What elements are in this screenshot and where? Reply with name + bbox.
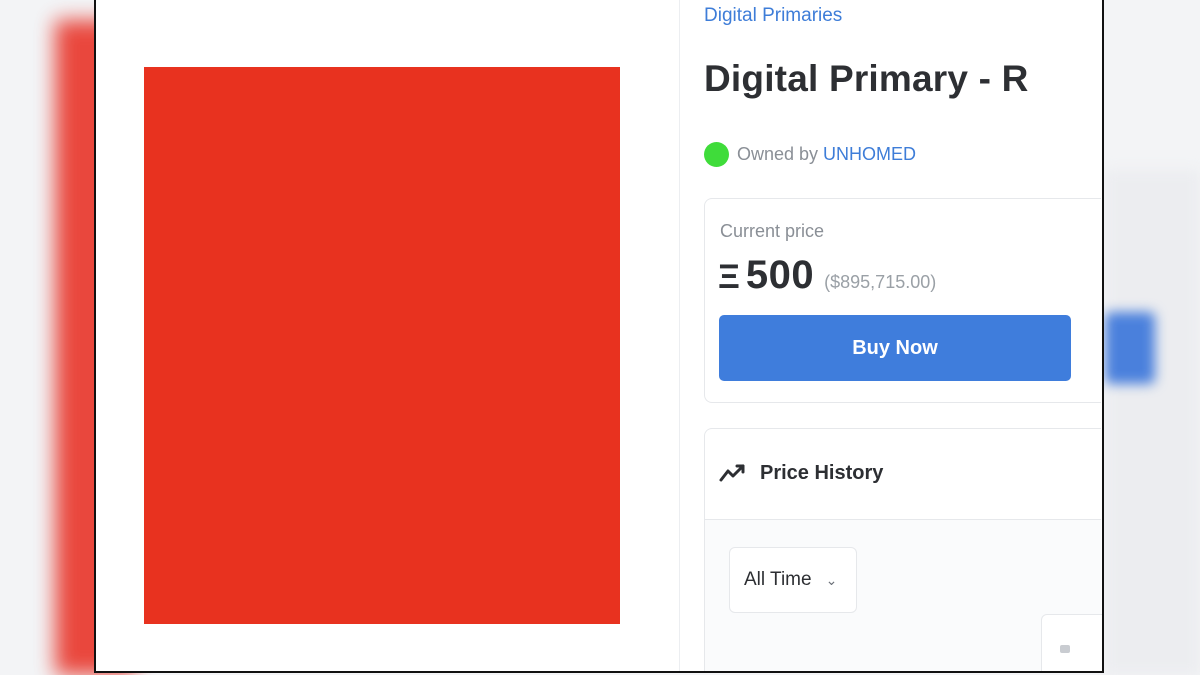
- current-price-label: Current price: [720, 221, 825, 241]
- price-amount: 500: [745, 253, 815, 297]
- time-range-select[interactable]: All Time ⌄: [729, 547, 857, 613]
- price-history-title: Price History: [760, 462, 884, 484]
- owned-by-label: Owned by: [737, 144, 819, 164]
- trending-chart-icon: [719, 464, 745, 482]
- owner-link[interactable]: UNHOMED: [823, 144, 916, 165]
- artwork-panel: [96, 0, 680, 671]
- price-history-card: Price History All Time ⌄: [704, 428, 1102, 671]
- price-history-body: All Time ⌄: [705, 520, 1102, 671]
- ethereum-icon: Ξ: [718, 258, 740, 296]
- listing-page: Digital Primaries Digital Primary - R Ow…: [94, 0, 1104, 673]
- chevron-down-icon: ⌄: [825, 571, 838, 588]
- nft-artwork-image[interactable]: [144, 67, 620, 624]
- price-history-header[interactable]: Price History: [705, 429, 1101, 520]
- price-card: Current price Ξ 500 ($895,715.00) Buy No…: [704, 198, 1101, 403]
- price-row: Ξ 500 ($895,715.00): [718, 253, 936, 298]
- price-usd: ($895,715.00): [824, 272, 937, 292]
- time-range-value: All Time: [744, 569, 812, 590]
- background-button-blur: [1105, 312, 1155, 384]
- chart-area: [1041, 614, 1102, 671]
- buy-now-button[interactable]: Buy Now: [719, 315, 1071, 381]
- collection-link[interactable]: Digital Primaries: [704, 5, 842, 27]
- item-title: Digital Primary - R: [704, 58, 1029, 99]
- chart-marker: [1060, 645, 1070, 653]
- owner-avatar[interactable]: [704, 142, 729, 167]
- owner-info: Owned by UNHOMED: [704, 142, 916, 167]
- item-details-panel: Digital Primaries Digital Primary - R Ow…: [704, 0, 1102, 671]
- background-panel-blur: [1105, 170, 1200, 675]
